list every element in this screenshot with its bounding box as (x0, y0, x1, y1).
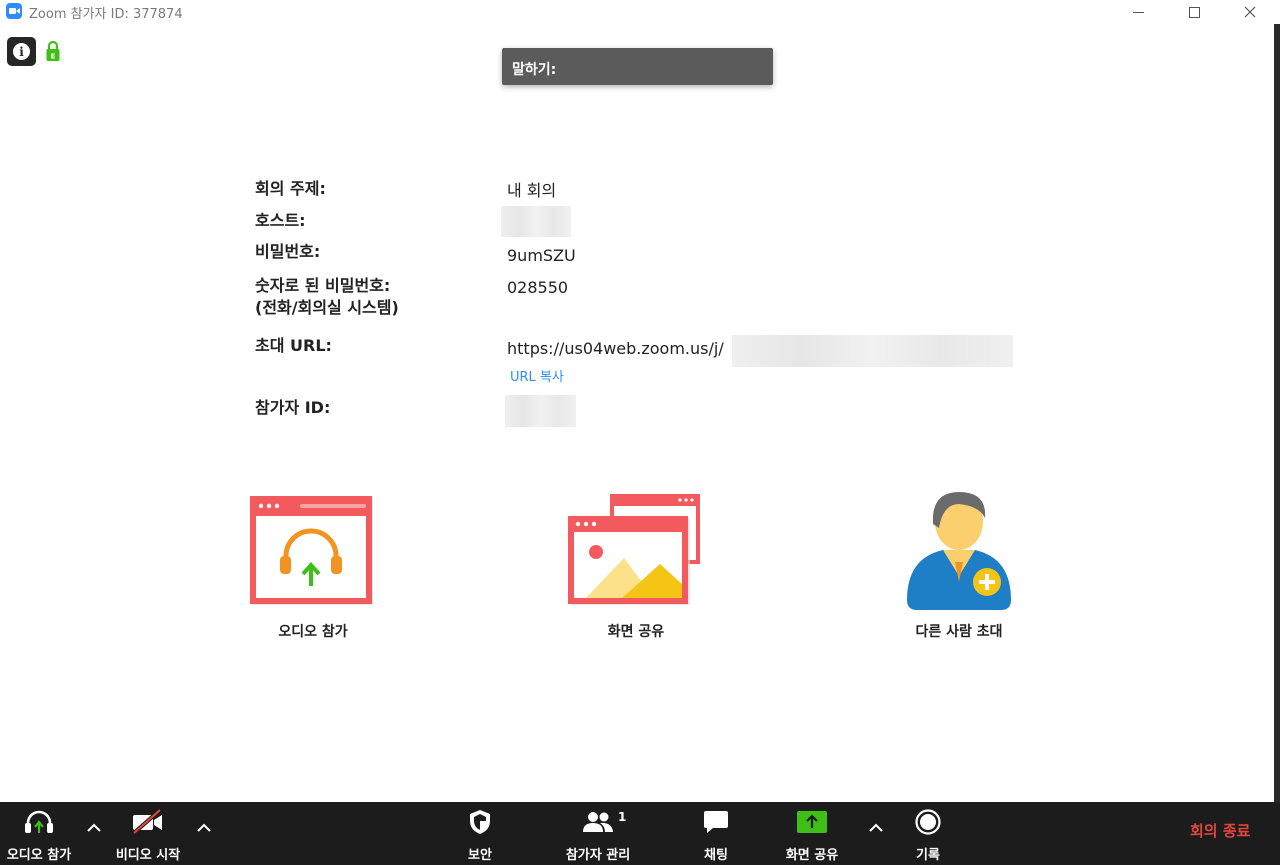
minimize-button[interactable] (1110, 0, 1166, 24)
chat-button[interactable]: 채팅 (690, 802, 742, 865)
join-audio-tile[interactable] (248, 494, 376, 606)
password-label: 비밀번호: (255, 242, 321, 261)
headphone-icon (25, 810, 53, 833)
svg-text:E: E (51, 53, 56, 61)
record-icon (915, 809, 941, 835)
audio-options-chevron-up-icon[interactable] (86, 820, 102, 834)
encryption-lock-icon[interactable]: E (45, 40, 61, 62)
participant-count-badge: 1 (618, 810, 627, 824)
info-icon: i (13, 43, 30, 60)
participants-button[interactable]: 참가자 관리 (556, 802, 640, 865)
minimize-icon (1132, 11, 1144, 13)
numeric-password-sublabel: (전화/회의실 시스템) (255, 298, 399, 317)
maximize-button[interactable] (1166, 0, 1222, 24)
record-button[interactable]: 기록 (903, 802, 953, 865)
share-options-chevron-up-icon[interactable] (868, 820, 884, 834)
numeric-password-value: 028550 (507, 278, 569, 297)
security-button[interactable]: 보안 (450, 802, 510, 865)
maximize-icon (1188, 6, 1200, 18)
zoom-meeting-window: Zoom 참가자 ID: 377874 i E 말하기: 회의 주제: 내 회의… (0, 0, 1280, 865)
chat-toolbar-label: 채팅 (704, 848, 728, 863)
numeric-password-label: 숫자로 된 비밀번호: (255, 276, 391, 295)
host-value-redacted (501, 206, 571, 237)
join-audio-label: 오디오 참가 (278, 624, 348, 640)
meeting-info-button[interactable]: i (7, 37, 36, 66)
start-video-button[interactable]: 비디오 시작 (108, 802, 188, 865)
invite-url-label: 초대 URL: (255, 336, 332, 355)
zoom-logo-icon (6, 3, 22, 19)
speaking-indicator: 말하기: (502, 48, 773, 85)
meeting-toolbar: 오디오 참가 비디오 시작 보안 참가자 관리 1 채팅 화면 공유 기록 (0, 802, 1280, 865)
participant-id-redacted (505, 395, 576, 427)
host-label: 호스트: (255, 211, 306, 230)
close-icon (1244, 6, 1256, 18)
invite-url-value: https://us04web.zoom.us/j/ (507, 339, 724, 358)
password-value: 9umSZU (507, 246, 576, 265)
window-edge (1274, 24, 1280, 802)
topic-label: 회의 주제: (255, 179, 326, 198)
share-screen-icon (797, 811, 827, 833)
participants-icon (583, 812, 613, 832)
share-screen-button[interactable]: 화면 공유 (778, 802, 846, 865)
join-audio-button[interactable]: 오디오 참가 (0, 802, 78, 865)
invite-url-redacted (732, 335, 1013, 367)
chat-bubble-icon (704, 811, 728, 833)
video-options-chevron-up-icon[interactable] (196, 820, 212, 834)
video-off-icon (132, 808, 162, 835)
invite-others-tile[interactable] (903, 488, 1015, 612)
join-audio-toolbar-label: 오디오 참가 (6, 848, 72, 863)
start-video-toolbar-label: 비디오 시작 (115, 848, 181, 863)
participants-toolbar-label: 참가자 관리 (565, 848, 631, 863)
share-screen-toolbar-label: 화면 공유 (785, 848, 839, 863)
close-button[interactable] (1222, 0, 1278, 24)
share-screen-tile[interactable] (566, 492, 704, 608)
security-toolbar-label: 보안 (468, 848, 492, 863)
title-bar: Zoom 참가자 ID: 377874 (0, 0, 1280, 24)
window-title: Zoom 참가자 ID: 377874 (29, 7, 183, 22)
share-screen-label: 화면 공유 (607, 624, 665, 640)
record-toolbar-label: 기록 (916, 848, 940, 863)
participant-id-label: 참가자 ID: (255, 398, 331, 417)
shield-icon (470, 810, 490, 834)
invite-others-label: 다른 사람 초대 (915, 624, 1003, 640)
copy-url-link[interactable]: URL 복사 (510, 366, 564, 385)
end-meeting-button[interactable]: 회의 종료 (1190, 820, 1250, 841)
topic-value: 내 회의 (507, 181, 557, 200)
